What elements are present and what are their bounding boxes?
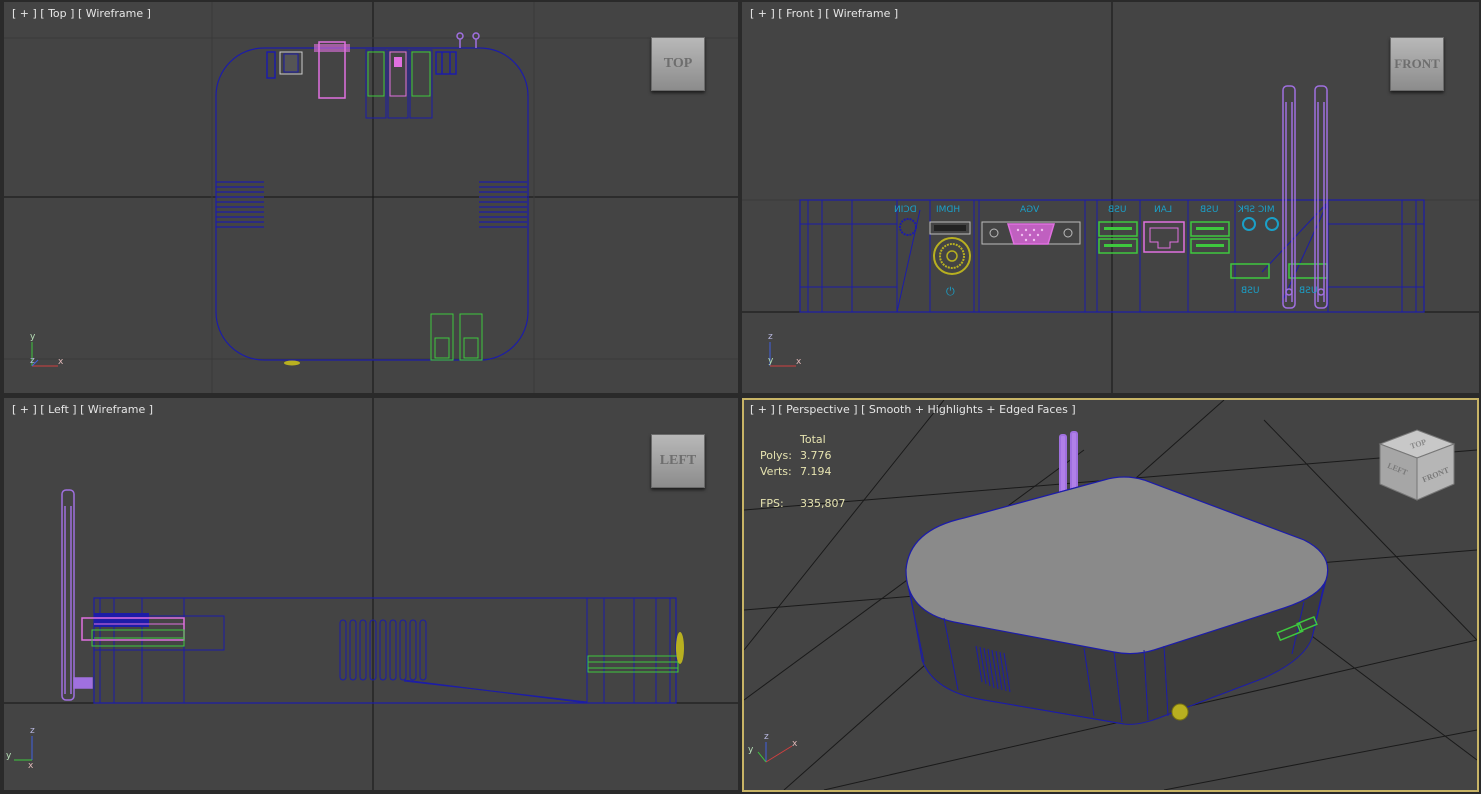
- viewport-shading-menu[interactable]: [ Wireframe ]: [78, 7, 151, 20]
- port-label-vga: VGA: [1020, 205, 1040, 215]
- axis-gizmo: [769, 342, 796, 367]
- viewport-label-left[interactable]: [ + ] [ Left ] [ Wireframe ]: [12, 403, 153, 416]
- verts-label: Verts:: [760, 465, 792, 478]
- viewport-label-top[interactable]: [ + ] [ Top ] [ Wireframe ]: [12, 7, 151, 20]
- svg-text:z: z: [768, 332, 773, 342]
- port-label-usb: USB: [1200, 205, 1219, 215]
- viewport-view-menu[interactable]: [ Top ]: [40, 7, 74, 20]
- axis-gizmo: [14, 736, 33, 761]
- svg-text:z: z: [764, 732, 769, 742]
- polys-label: Polys:: [760, 449, 792, 462]
- viewport-view-menu[interactable]: [ Front ]: [778, 7, 821, 20]
- svg-text:x: x: [58, 357, 64, 367]
- viewcube-top[interactable]: TOP: [651, 37, 705, 91]
- svg-text:x: x: [28, 761, 34, 771]
- stats-header: Total: [800, 433, 826, 446]
- port-label-usb: USB: [1299, 286, 1318, 296]
- svg-text:y: y: [768, 356, 774, 366]
- svg-text:x: x: [792, 739, 798, 749]
- port-label-lan: LAN: [1154, 205, 1173, 215]
- svg-text:z: z: [30, 726, 35, 736]
- scene-statistics: Total Polys: 3.776 Verts: 7.194 FPS: 335,80…: [760, 432, 846, 512]
- svg-text:y: y: [748, 745, 754, 755]
- viewport-view-menu[interactable]: [ Left ]: [40, 403, 76, 416]
- left-scene: z y x: [4, 398, 738, 790]
- viewcube-face-label: TOP: [663, 56, 693, 71]
- polys-value: 3.776: [800, 449, 832, 462]
- svg-text:⏻: ⏻: [946, 285, 955, 298]
- svg-text:x: x: [796, 357, 802, 367]
- viewport-plus-menu[interactable]: [ + ]: [12, 7, 37, 20]
- port-label-dcin: DCIN: [894, 205, 917, 215]
- viewport-plus-menu[interactable]: [ + ]: [750, 403, 775, 416]
- port-label-hdmi: HDMI: [936, 205, 961, 215]
- port-label-mic-spk: MIC SPK: [1238, 205, 1275, 215]
- viewport-shading-menu[interactable]: [ Wireframe ]: [80, 403, 153, 416]
- viewport-label-perspective[interactable]: [ + ] [ Perspective ] [ Smooth + Highlig…: [750, 403, 1076, 416]
- viewport-top[interactable]: y z x [ + ] [ Top ] [ Wireframe ] TOP: [4, 2, 738, 393]
- svg-text:y: y: [6, 751, 12, 761]
- svg-text:y: y: [30, 332, 36, 342]
- fps-label: FPS:: [760, 497, 784, 510]
- viewport-front[interactable]: ⏻ z y x DCIN HDMI VGA USB LAN USB MIC SP…: [742, 2, 1479, 393]
- viewport-plus-menu[interactable]: [ + ]: [750, 7, 775, 20]
- viewcube-face-label: LEFT: [659, 453, 697, 468]
- viewport-label-front[interactable]: [ + ] [ Front ] [ Wireframe ]: [750, 7, 898, 20]
- verts-value: 7.194: [800, 465, 832, 478]
- viewport-view-menu[interactable]: [ Perspective ]: [778, 403, 857, 416]
- viewcube-perspective[interactable]: TOP LEFT FRONT: [1374, 426, 1460, 506]
- viewport-shading-menu[interactable]: [ Smooth + Highlights + Edged Faces ]: [861, 403, 1076, 416]
- front-scene: ⏻ z y x: [742, 2, 1479, 393]
- viewport-perspective[interactable]: z y x [ + ] [ Perspective ] [ Smooth + H…: [742, 398, 1479, 792]
- viewcube-face-label: FRONT: [1394, 56, 1440, 71]
- viewport-plus-menu[interactable]: [ + ]: [12, 403, 37, 416]
- viewport-left[interactable]: z y x [ + ] [ Left ] [ Wireframe ] LEFT: [4, 398, 738, 790]
- port-label-usb: USB: [1241, 286, 1260, 296]
- viewcube-front[interactable]: FRONT: [1390, 37, 1444, 91]
- svg-text:z: z: [30, 356, 35, 366]
- viewport-shading-menu[interactable]: [ Wireframe ]: [825, 7, 898, 20]
- perspective-scene: z y x: [744, 400, 1477, 790]
- fps-value: 335,807: [800, 497, 846, 510]
- axis-gizmo: [757, 742, 793, 763]
- port-label-usb: USB: [1108, 205, 1127, 215]
- viewcube-left[interactable]: LEFT: [651, 434, 705, 488]
- axis-gizmo: [31, 342, 58, 367]
- top-scene: y z x: [4, 2, 738, 393]
